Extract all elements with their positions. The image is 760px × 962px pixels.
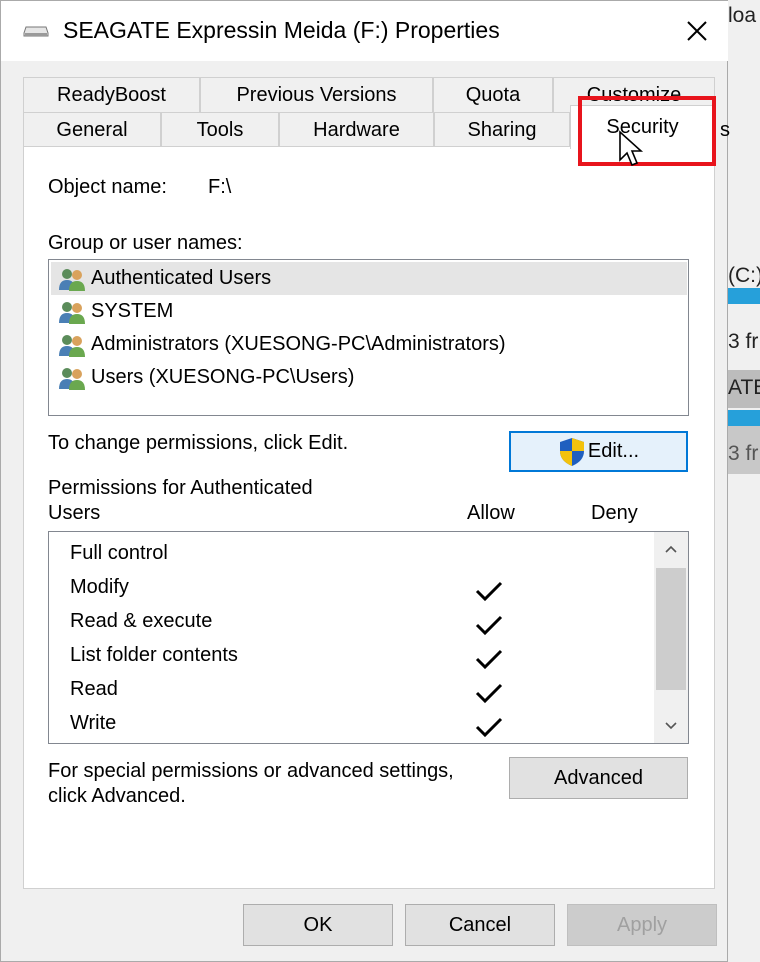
user-name: Users (XUESONG-PC\Users): [91, 366, 355, 388]
users-group-icon: [59, 301, 85, 324]
permissions-for-label-line2: Users: [48, 502, 101, 524]
list-item-administrators[interactable]: Administrators (XUESONG-PC\Administrator…: [51, 328, 687, 361]
bg-free-text-2: 3 fr: [728, 442, 759, 465]
title-bar[interactable]: SEAGATE Expressin Meida (F:) Properties: [1, 1, 728, 61]
user-list[interactable]: Authenticated Users SYSTEM Administrator…: [48, 259, 689, 416]
user-name: Authenticated Users: [91, 267, 272, 289]
permission-row-write: Write: [70, 706, 650, 740]
permission-row-list-folder-contents: List folder contents: [70, 638, 650, 672]
permissions-list[interactable]: Full control Modify Read & execute List …: [48, 531, 689, 744]
allow-check-icon: [475, 649, 503, 670]
chevron-up-icon: [665, 545, 677, 553]
permission-name: Read & execute: [70, 610, 213, 632]
users-group-icon: [59, 367, 85, 390]
allow-check-icon: [475, 683, 503, 704]
uac-shield-icon: [559, 437, 584, 466]
tab-readyboost[interactable]: ReadyBoost: [23, 77, 200, 112]
deny-column-header: Deny: [591, 502, 638, 524]
permission-row-full-control: Full control: [70, 536, 650, 570]
edit-button[interactable]: Edit...: [509, 431, 688, 472]
bg-seagate-fragment: ATE: [728, 376, 760, 399]
users-group-icon: [59, 334, 85, 357]
advanced-text-line1: For special permissions or advanced sett…: [48, 760, 454, 782]
list-item-authenticated-users[interactable]: Authenticated Users: [51, 262, 687, 295]
tab-previous-versions[interactable]: Previous Versions: [200, 77, 433, 112]
group-user-names-label: Group or user names:: [48, 232, 243, 255]
advanced-button[interactable]: Advanced: [509, 757, 688, 799]
ok-button[interactable]: OK: [243, 904, 393, 946]
object-name-value: F:\: [208, 176, 232, 198]
security-tab-highlight-box: [578, 96, 716, 166]
tab-general[interactable]: General: [23, 112, 161, 147]
bg-free-text-1: 3 fr: [728, 330, 759, 353]
tab-partial-hidden: s: [720, 119, 730, 141]
scroll-thumb[interactable]: [656, 568, 686, 690]
bg-drive-label: (C:): [728, 264, 760, 287]
drive-icon: [23, 26, 49, 37]
close-button[interactable]: [669, 11, 725, 51]
cancel-button[interactable]: Cancel: [405, 904, 555, 946]
tab-hardware[interactable]: Hardware: [279, 112, 434, 147]
permission-row-modify: Modify: [70, 570, 650, 604]
apply-button[interactable]: Apply: [567, 904, 717, 946]
permissions-for-label-line1: Permissions for Authenticated: [48, 477, 313, 499]
tab-quota[interactable]: Quota: [433, 77, 553, 112]
tab-tools[interactable]: Tools: [161, 112, 279, 147]
allow-check-icon: [475, 581, 503, 602]
permission-row-read-execute: Read & execute: [70, 604, 650, 638]
permission-name: List folder contents: [70, 644, 238, 666]
permission-row-read: Read: [70, 672, 650, 706]
list-item-system[interactable]: SYSTEM: [51, 295, 687, 328]
list-item-users[interactable]: Users (XUESONG-PC\Users): [51, 361, 687, 394]
permission-name: Full control: [70, 542, 168, 564]
bg-text-top: loa: [728, 4, 757, 27]
permission-name: Modify: [70, 576, 129, 598]
change-permissions-text: To change permissions, click Edit.: [48, 432, 349, 454]
permissions-scrollbar[interactable]: [654, 532, 688, 743]
close-icon: [687, 21, 707, 41]
tab-sharing[interactable]: Sharing: [434, 112, 570, 147]
object-name-label: Object name:: [48, 176, 167, 198]
window-title: SEAGATE Expressin Meida (F:) Properties: [63, 17, 500, 43]
chevron-down-icon: [665, 722, 677, 730]
allow-column-header: Allow: [467, 502, 515, 524]
users-group-icon: [59, 268, 85, 291]
scroll-up-button[interactable]: [654, 532, 688, 566]
mouse-cursor-icon: [619, 130, 644, 167]
scroll-down-button[interactable]: [654, 709, 688, 743]
permission-name: Read: [70, 678, 118, 700]
permission-name: Write: [70, 712, 117, 734]
allow-check-icon: [475, 717, 503, 738]
user-name: SYSTEM: [91, 300, 174, 322]
group-user-names-text: Group or user names:: [48, 232, 243, 254]
edit-button-label: Edit...: [587, 440, 640, 462]
user-name: Administrators (XUESONG-PC\Administrator…: [91, 333, 506, 355]
advanced-text-line2: click Advanced.: [48, 785, 186, 807]
allow-check-icon: [475, 615, 503, 636]
